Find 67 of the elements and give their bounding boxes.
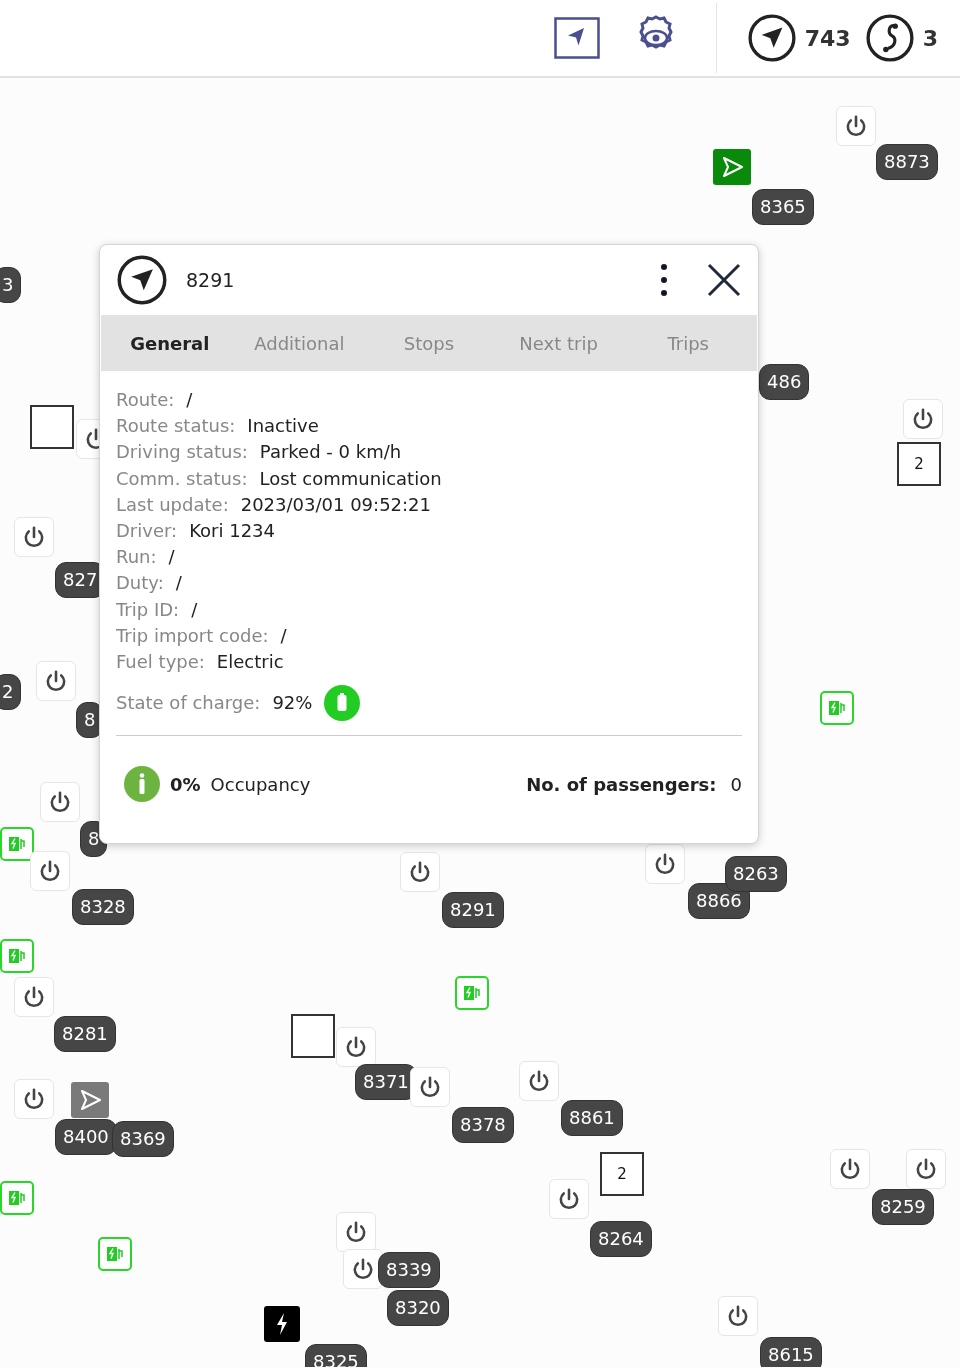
vehicle-label[interactable]: 8259: [872, 1189, 934, 1225]
field-label: Duty:: [116, 571, 164, 596]
close-button[interactable]: [706, 262, 742, 298]
field-value: /: [175, 571, 182, 596]
vehicle-label[interactable]: 486: [759, 364, 810, 400]
navigation-icon: [746, 13, 797, 63]
field-value: 92%: [272, 691, 313, 716]
vehicle-label[interactable]: 8320: [387, 1290, 449, 1326]
cluster-marker[interactable]: [291, 1014, 335, 1058]
vehicle-label[interactable]: 8281: [54, 1016, 116, 1052]
field-value: /: [191, 597, 198, 622]
field-value: Electric: [216, 650, 284, 675]
vehicle-label[interactable]: 8365: [752, 189, 814, 225]
field-value: /: [280, 623, 287, 648]
field-label: Comm. status:: [116, 466, 248, 491]
locate-button[interactable]: [553, 17, 600, 59]
vehicle-label[interactable]: 8378: [452, 1107, 514, 1143]
field-label: Driving status:: [116, 440, 248, 465]
close-icon: [706, 262, 742, 298]
field-value: /: [168, 545, 175, 570]
field-value: 2023/03/01 09:52:21: [240, 492, 431, 517]
navigation-icon: [553, 17, 600, 59]
passengers-value: 0: [730, 773, 742, 795]
tab[interactable]: General: [105, 326, 235, 360]
field-value: Parked - 0 km/h: [259, 440, 402, 465]
vehicle-label[interactable]: 8263: [725, 856, 787, 892]
field-label: Fuel type:: [116, 650, 205, 675]
field-label: Run:: [116, 545, 157, 570]
battery-icon: [324, 685, 361, 722]
vehicle-label[interactable]: 8866: [688, 883, 750, 919]
field-label: Last update:: [116, 492, 229, 517]
vehicle-label[interactable]: 8369: [112, 1121, 174, 1157]
more-options-button[interactable]: [658, 263, 670, 297]
field-value: /: [186, 388, 193, 412]
vehicle-label[interactable]: 3: [0, 267, 22, 303]
person-icon: [124, 766, 160, 803]
more-icon: [658, 263, 670, 297]
vehicle-label[interactable]: 8873: [876, 144, 938, 180]
cluster-marker[interactable]: 2: [897, 442, 941, 486]
vehicle-number: 8291: [186, 269, 236, 291]
field-label: Driver:: [116, 519, 178, 543]
vehicle-label[interactable]: 8861: [561, 1100, 623, 1136]
route-icon: [864, 13, 915, 63]
field-label: Route status:: [116, 414, 236, 439]
vehicle-label[interactable]: 8291: [442, 892, 504, 928]
vehicle-label[interactable]: 8339: [378, 1252, 440, 1288]
field-value: Kori 1234: [189, 519, 275, 543]
vehicle-label[interactable]: 2: [0, 674, 22, 710]
passengers-label: No. of passengers:: [526, 773, 717, 795]
cluster-marker[interactable]: [30, 405, 74, 449]
vehicle-label[interactable]: 8328: [72, 889, 134, 925]
cluster-marker[interactable]: 2: [600, 1152, 644, 1196]
vehicle-label[interactable]: 8264: [590, 1221, 652, 1257]
navigation-icon: [116, 254, 168, 306]
field-label: Trip import code:: [116, 623, 269, 648]
field-value: Inactive: [247, 414, 319, 439]
route-count: 3: [922, 25, 938, 51]
field-label: State of charge:: [116, 691, 261, 716]
lightning-icon[interactable]: [264, 1306, 300, 1342]
vehicle-label[interactable]: 8400: [55, 1119, 117, 1155]
field-label: Trip ID:: [116, 597, 180, 622]
occupancy-percent: 0%: [170, 773, 201, 795]
vehicle-label[interactable]: 8615: [760, 1337, 822, 1367]
field-label: Route:: [116, 388, 175, 412]
occupancy-label: Occupancy: [210, 773, 311, 795]
field-value: Lost communication: [259, 466, 442, 491]
vehicle-count: 743: [804, 25, 851, 51]
